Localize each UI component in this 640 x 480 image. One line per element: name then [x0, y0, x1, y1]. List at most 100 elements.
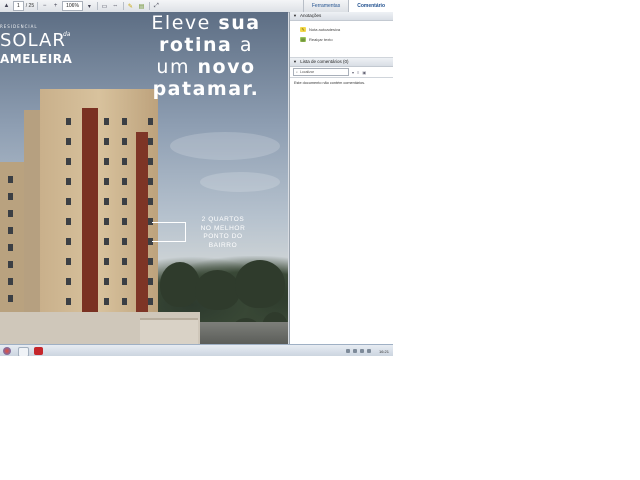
comments-header[interactable]: ▼ Lista de comentários (0): [290, 58, 393, 67]
logo-connector: da: [63, 31, 71, 38]
building-window: [104, 238, 109, 245]
screenshot-area: ▲ 1 / 25 − + 106% ▾ ▭ ⇔ ✎ ▤ ⤢ Ferramenta…: [0, 0, 393, 356]
building-window: [104, 158, 109, 165]
building-window: [148, 138, 153, 145]
comment-icon[interactable]: ✎: [126, 2, 135, 11]
expand-icon[interactable]: ⤢: [152, 2, 161, 11]
sticky-note-label: Nota autoadesiva: [309, 26, 341, 32]
empty-comments-message: Este documento não contém comentários.: [294, 81, 366, 85]
comment-search-input[interactable]: ⌕ Localizar: [293, 68, 349, 76]
headline-word: sua: [218, 12, 261, 34]
page-up-icon[interactable]: ▲: [2, 2, 11, 11]
building-window: [66, 278, 71, 285]
zoom-level-select[interactable]: 106%: [62, 1, 83, 11]
building-window: [104, 118, 109, 125]
volume-icon[interactable]: [352, 349, 357, 353]
building-window: [66, 118, 71, 125]
headline-word: a: [239, 34, 254, 56]
annotations-header-label: Anotações: [299, 13, 322, 18]
taskbar: 16:21: [0, 344, 393, 356]
headline-word: patamar.: [152, 78, 260, 100]
collapse-triangle-icon[interactable]: ▼: [293, 59, 297, 64]
sticky-note-icon: ✎: [300, 26, 306, 32]
building-window: [122, 258, 127, 265]
logo-sub-word: AMELEIRA: [0, 52, 73, 66]
building-window: [122, 158, 127, 165]
fit-page-icon[interactable]: ▭: [100, 2, 109, 11]
building-window: [8, 193, 13, 200]
toolbar-divider: [37, 2, 39, 10]
highlight-text-icon: ▤: [300, 36, 306, 42]
sticky-note-tool[interactable]: ✎ Nota autoadesiva: [300, 24, 393, 34]
toolbar-divider: [122, 2, 124, 10]
callout-line: PONTO DO: [203, 233, 243, 240]
building-window: [8, 295, 13, 302]
building-window: [104, 138, 109, 145]
highlight-text-tool[interactable]: ▤ Realçar texto: [300, 34, 393, 44]
zoom-dropdown-icon[interactable]: ▾: [85, 2, 94, 11]
callout-bracket: [152, 222, 186, 242]
zoom-out-icon[interactable]: −: [40, 2, 49, 11]
highlight-icon[interactable]: ▤: [137, 2, 146, 11]
building-window: [148, 278, 153, 285]
network-icon[interactable]: [345, 349, 350, 353]
building-window: [122, 118, 127, 125]
sort-icon[interactable]: ≡: [357, 70, 359, 75]
building-window: [122, 298, 127, 305]
panel-tabs: Ferramentas Comentário: [302, 0, 393, 12]
start-button-icon[interactable]: [3, 347, 11, 355]
collapse-triangle-icon[interactable]: ▼: [293, 13, 297, 18]
building-window: [104, 178, 109, 185]
toolbar-divider: [96, 2, 98, 10]
search-icon: ⌕: [296, 70, 298, 74]
building-window: [148, 258, 153, 265]
building-window: [122, 198, 127, 205]
pdf-reader-icon[interactable]: [34, 347, 43, 355]
building-window: [66, 238, 71, 245]
callout-line: NO MELHOR: [200, 224, 246, 232]
annotations-header[interactable]: ▼ Anotações: [290, 12, 393, 21]
system-tray: 16:21: [343, 345, 389, 356]
building-window: [66, 258, 71, 265]
zoom-in-icon[interactable]: +: [51, 2, 60, 11]
building-window: [8, 210, 13, 217]
fit-width-icon[interactable]: ⇔: [111, 2, 120, 11]
options-icon[interactable]: ▣: [362, 70, 366, 75]
building-window: [104, 258, 109, 265]
building-window: [8, 244, 13, 251]
cloud: [200, 172, 280, 192]
building-window: [8, 176, 13, 183]
building-window: [8, 261, 13, 268]
building-window: [148, 298, 153, 305]
podium-wall: [140, 318, 198, 344]
building-window: [148, 198, 153, 205]
toolbar-divider: [148, 2, 150, 10]
building-window: [148, 158, 153, 165]
building-window: [122, 238, 127, 245]
headline-word: novo: [197, 56, 256, 78]
building-window: [122, 178, 127, 185]
building-window: [104, 218, 109, 225]
building-window: [148, 118, 153, 125]
browser-icon[interactable]: [18, 347, 29, 356]
filter-icon[interactable]: ▾: [352, 70, 354, 75]
building-window: [104, 298, 109, 305]
tab-tools[interactable]: Ferramentas: [302, 0, 348, 12]
building-window: [8, 278, 13, 285]
headline: Eleve sua rotina a um novo patamar.: [126, 12, 286, 100]
comments-toolbar: ⌕ Localizar ▾ ≡ ▣: [290, 67, 393, 78]
building-window: [104, 278, 109, 285]
battery-icon[interactable]: [359, 349, 364, 353]
building-window: [66, 218, 71, 225]
tree: [160, 262, 200, 307]
building-window: [66, 178, 71, 185]
cloud: [170, 132, 280, 160]
flag-icon[interactable]: [366, 349, 371, 353]
building-window: [122, 138, 127, 145]
building-window: [148, 178, 153, 185]
callout-line: BAIRRO: [208, 241, 238, 249]
clock[interactable]: 16:21: [379, 349, 389, 354]
page-number-input[interactable]: 1: [13, 1, 24, 11]
tree: [235, 260, 285, 308]
tab-comment[interactable]: Comentário: [348, 0, 393, 12]
